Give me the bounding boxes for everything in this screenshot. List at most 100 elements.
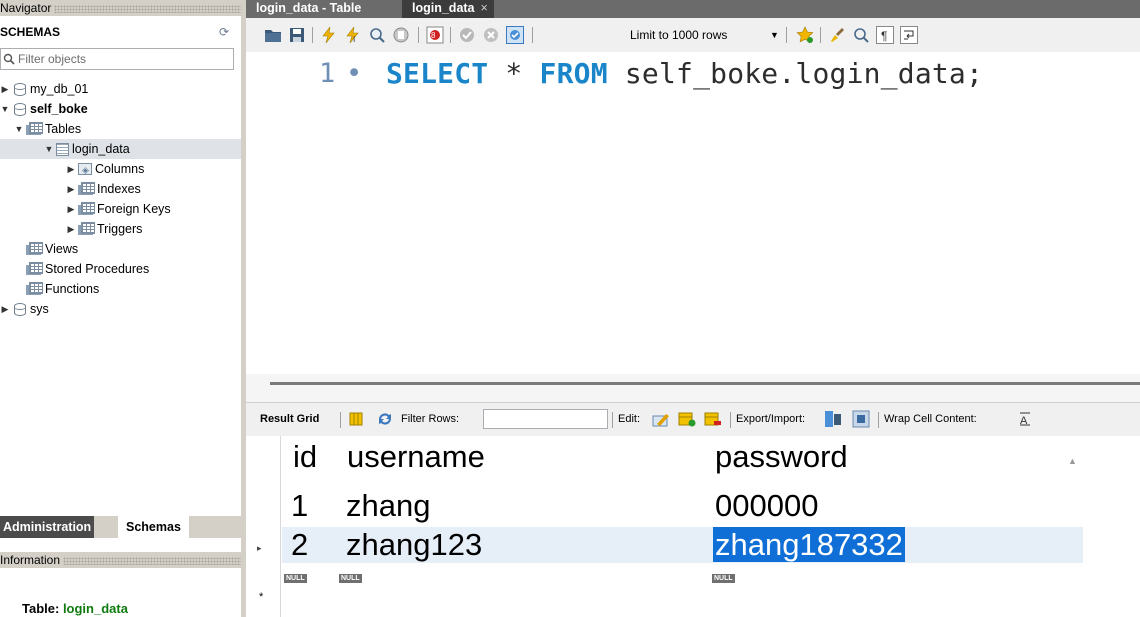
collapse-arrow-icon[interactable]: ▼ xyxy=(14,119,24,139)
tree-item-tables[interactable]: ▼ Tables xyxy=(14,119,81,139)
tree-item-triggers[interactable]: ▶ Triggers xyxy=(66,219,142,239)
save-icon[interactable] xyxy=(288,26,306,44)
execute-current-icon[interactable]: I xyxy=(344,26,362,44)
import-icon[interactable] xyxy=(852,410,870,428)
stop-icon[interactable] xyxy=(392,26,410,44)
toolbar-separator xyxy=(340,412,341,428)
stop-on-error-icon[interactable]: 8 xyxy=(426,26,444,44)
beautify-brush-icon[interactable] xyxy=(828,26,846,44)
tree-label: login_data xyxy=(72,142,130,156)
drag-grip[interactable] xyxy=(54,4,241,13)
rollback-icon[interactable] xyxy=(482,26,500,44)
row-gutter xyxy=(246,436,281,617)
horizontal-splitter[interactable] xyxy=(246,374,1140,402)
expand-arrow-icon[interactable]: ▶ xyxy=(66,179,76,199)
svg-text:8: 8 xyxy=(431,31,436,40)
expand-arrow-icon[interactable]: ▶ xyxy=(0,299,10,319)
toolbar-separator xyxy=(730,412,731,428)
cell-username[interactable]: zhang123 xyxy=(346,527,482,563)
close-icon[interactable]: × xyxy=(481,1,488,15)
table-icon xyxy=(56,142,69,156)
word-wrap-icon[interactable] xyxy=(900,26,918,44)
edit-row-icon[interactable] xyxy=(652,410,670,428)
navigator-tabs: Administration Schemas xyxy=(0,516,241,538)
collapse-arrow-icon[interactable]: ▼ xyxy=(0,99,10,119)
toolbar-separator xyxy=(786,27,787,43)
cell-password-selected[interactable]: zhang187332 xyxy=(713,527,905,563)
add-snippet-star-icon[interactable] xyxy=(796,26,814,44)
sql-statement[interactable]: SELECT * FROM self_boke.login_data; xyxy=(386,57,983,90)
filter-rows-input[interactable] xyxy=(483,409,608,429)
limit-rows-select[interactable]: Limit to 1000 rows ▼ xyxy=(630,25,780,45)
columns-icon xyxy=(78,160,92,180)
filter-objects-box[interactable] xyxy=(0,48,234,70)
toolbar-separator xyxy=(532,27,533,43)
navigator-panel: Navigator SCHEMAS ⟳ ▶ my_db_01 ▼ self_bo… xyxy=(0,0,241,617)
sql-editor[interactable]: 1 • SELECT * FROM self_boke.login_data; xyxy=(246,52,1140,374)
result-grid-label[interactable]: Result Grid xyxy=(260,413,319,425)
tab-login-data-table[interactable]: login_data - Table xyxy=(246,0,372,18)
toolbar-separator xyxy=(820,27,821,43)
tree-label: Columns xyxy=(95,162,145,176)
column-header-username[interactable]: username xyxy=(347,439,485,475)
database-icon xyxy=(14,82,26,96)
tree-item-my-db-01[interactable]: ▶ my_db_01 xyxy=(0,79,89,99)
functions-folder-icon xyxy=(26,282,43,296)
refresh-arrows-icon[interactable] xyxy=(377,412,393,426)
null-badge[interactable]: NULL xyxy=(284,574,307,583)
tree-label: Tables xyxy=(45,122,82,136)
result-toolbar: Result Grid Filter Rows: Edit: Export/Im… xyxy=(246,402,1140,436)
delete-row-icon[interactable] xyxy=(704,410,722,428)
new-row-marker: * xyxy=(259,591,264,603)
drag-grip[interactable] xyxy=(63,556,241,565)
explain-magnifier-icon[interactable] xyxy=(368,26,386,44)
filter-rows-label: Filter Rows: xyxy=(401,413,460,425)
tree-label: Functions xyxy=(45,282,100,296)
column-header-id[interactable]: id xyxy=(293,439,317,475)
find-replace-icon[interactable] xyxy=(852,26,870,44)
tree-item-indexes[interactable]: ▶ Indexes xyxy=(66,179,141,199)
commit-icon[interactable] xyxy=(458,26,476,44)
tree-item-stored-procedures[interactable]: Stored Procedures xyxy=(24,259,149,279)
null-badge[interactable]: NULL xyxy=(712,574,735,583)
invisible-chars-icon[interactable]: ¶ xyxy=(876,26,894,44)
result-grid: id username password ▲ 1 zhang 000000 ▸ … xyxy=(246,436,1140,617)
expand-arrow-icon[interactable]: ▶ xyxy=(0,79,10,99)
cell-id[interactable]: 2 xyxy=(291,527,308,563)
svg-text:I: I xyxy=(353,35,355,44)
limit-rows-value: Limit to 1000 rows xyxy=(630,28,728,42)
expand-arrow-icon[interactable]: ▶ xyxy=(66,199,76,219)
execute-lightning-icon[interactable] xyxy=(320,26,338,44)
cell-username[interactable]: zhang xyxy=(346,488,430,524)
information-title: Information xyxy=(0,553,61,567)
tree-item-functions[interactable]: Functions xyxy=(24,279,99,299)
open-folder-icon[interactable] xyxy=(264,26,282,44)
tree-item-views[interactable]: Views xyxy=(24,239,78,259)
tab-schemas[interactable]: Schemas xyxy=(118,516,189,538)
tree-item-login-data[interactable]: ▼ login_data xyxy=(0,139,241,159)
schemas-title: SCHEMAS xyxy=(0,25,61,39)
toolbar-separator xyxy=(312,27,313,43)
null-badge[interactable]: NULL xyxy=(339,574,362,583)
tree-item-sys[interactable]: ▶ sys xyxy=(0,299,49,319)
export-icon[interactable] xyxy=(824,410,842,428)
grid-view-icon[interactable] xyxy=(349,412,363,426)
wrap-cell-icon[interactable]: A xyxy=(1018,412,1032,426)
expand-arrow-icon[interactable]: ▶ xyxy=(66,219,76,239)
search-icon xyxy=(3,53,15,65)
tab-administration[interactable]: Administration xyxy=(0,516,95,538)
autocommit-toggle-icon[interactable] xyxy=(506,26,524,44)
collapse-arrow-icon[interactable]: ▼ xyxy=(44,139,54,159)
insert-row-icon[interactable] xyxy=(678,410,696,428)
filter-objects-input[interactable] xyxy=(18,51,228,67)
refresh-icon[interactable]: ⟳ xyxy=(219,25,229,39)
tab-login-data-query[interactable]: login_data × xyxy=(402,0,494,18)
expand-arrow-icon[interactable]: ▶ xyxy=(66,159,76,179)
cell-password[interactable]: 000000 xyxy=(715,488,818,524)
column-header-password[interactable]: password xyxy=(715,439,848,475)
tree-item-columns[interactable]: ▶ Columns xyxy=(66,159,145,180)
cell-id[interactable]: 1 xyxy=(291,488,308,524)
tree-item-foreign-keys[interactable]: ▶ Foreign Keys xyxy=(66,199,171,219)
tree-item-self-boke[interactable]: ▼ self_boke xyxy=(0,99,88,119)
toolbar-separator xyxy=(612,412,613,428)
